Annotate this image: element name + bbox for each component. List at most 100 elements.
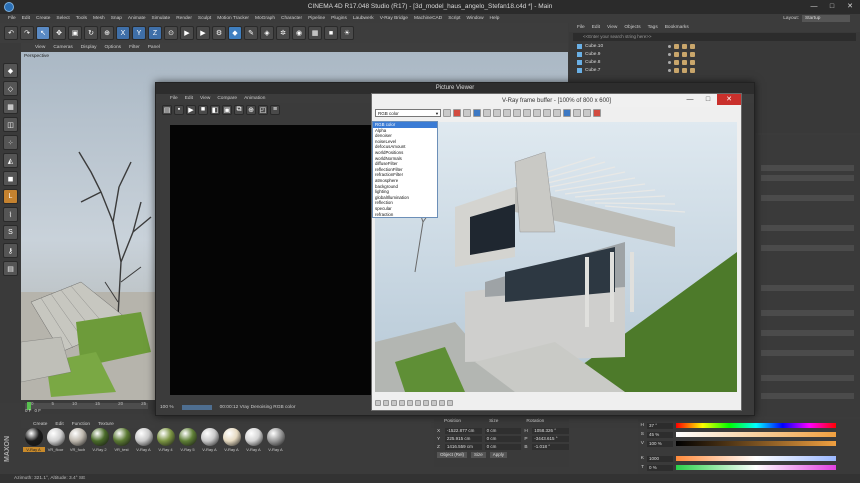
tint-slider[interactable]	[676, 465, 836, 470]
kelvin-slider[interactable]	[676, 456, 836, 461]
size-z-field[interactable]: 0 cm	[484, 444, 522, 450]
texture-tag-icon[interactable]	[682, 59, 687, 65]
scale-icon[interactable]: ▣	[68, 26, 82, 40]
pv-menu-file[interactable]: File	[170, 96, 178, 101]
viewport-menu-display[interactable]: Display	[81, 45, 97, 50]
material-item[interactable]: V-Ray A	[266, 428, 285, 468]
menu-edit[interactable]: Edit	[22, 16, 30, 21]
menu-character[interactable]: Character	[281, 16, 302, 21]
vfb-bottom-tool-icon[interactable]	[439, 400, 445, 406]
vfb-red-channel-icon[interactable]	[453, 109, 461, 117]
menu-select[interactable]: Select	[56, 16, 69, 21]
pv-stop-icon[interactable]: ■	[198, 104, 208, 115]
menu-file[interactable]: File	[8, 16, 16, 21]
rotation-p-field[interactable]: -3443.615 °	[532, 436, 569, 442]
texture-tag-icon[interactable]	[682, 67, 687, 73]
texture-mode-icon[interactable]: ▦	[3, 99, 18, 114]
attribute-field[interactable]	[761, 245, 854, 251]
pv-options-icon[interactable]: ≡	[270, 104, 280, 115]
pen-icon[interactable]: ✎	[244, 26, 258, 40]
rotation-h-field[interactable]: 1058.326 °	[532, 428, 569, 434]
attribute-field[interactable]	[761, 195, 854, 201]
attribute-field[interactable]	[761, 310, 854, 316]
attribute-field[interactable]	[761, 350, 854, 356]
close-button[interactable]: ✕	[842, 1, 858, 12]
viewport-menu-options[interactable]: Options	[105, 45, 122, 50]
mat-menu-function[interactable]: Function	[72, 422, 90, 427]
pv-menu-edit[interactable]: Edit	[185, 96, 193, 101]
viewport-menu-filter[interactable]: Filter	[129, 45, 140, 50]
pv-save-icon[interactable]: ▪	[174, 104, 184, 115]
attribute-field[interactable]	[761, 375, 854, 381]
menu-window[interactable]: Window	[466, 16, 483, 21]
pv-render-icon[interactable]: ▶	[186, 104, 196, 115]
texture-tag-icon[interactable]	[674, 43, 679, 49]
cube-icon[interactable]: ◆	[228, 26, 242, 40]
vfb-bottom-tool-icon[interactable]	[383, 400, 389, 406]
channel-select[interactable]: RGB color ▼	[375, 109, 441, 117]
vfb-history-icon[interactable]	[563, 109, 571, 117]
vfb-bottom-tool-icon[interactable]	[375, 400, 381, 406]
pv-zoom-icon[interactable]: ⊕	[246, 104, 256, 115]
move-icon[interactable]: ✥	[52, 26, 66, 40]
attribute-field[interactable]	[761, 393, 854, 399]
mat-menu-create[interactable]: Create	[33, 422, 47, 427]
menu-render[interactable]: Render	[176, 16, 192, 21]
material-item[interactable]: V-Ray 2	[90, 428, 109, 468]
material-item[interactable]: V-Ray A	[244, 428, 263, 468]
vfb-follow-mouse-icon[interactable]	[533, 109, 541, 117]
position-x-field[interactable]: -1522.877 cm	[444, 428, 482, 434]
make-editable-icon[interactable]: ◆	[3, 63, 18, 78]
obj-menu-edit[interactable]: Edit	[592, 25, 600, 30]
object-row[interactable]: Cube.10	[569, 42, 860, 50]
hue-slider[interactable]	[676, 423, 836, 428]
current-frame-field[interactable]: 0 F	[35, 408, 42, 413]
visibility-dot[interactable]	[668, 68, 671, 72]
material-item[interactable]: V-Ray A	[222, 428, 241, 468]
obj-menu-file[interactable]: File	[577, 25, 585, 30]
material-item[interactable]: VR_test	[112, 428, 131, 468]
saturation-field[interactable]: 45 %	[647, 431, 673, 438]
material-item[interactable]: V-Ray 4	[156, 428, 175, 468]
menu-tools[interactable]: Tools	[76, 16, 87, 21]
coordinate-mode-dropdown[interactable]: Object (Rel)	[437, 452, 468, 458]
vfb-bottom-tool-icon[interactable]	[399, 400, 405, 406]
floor-icon[interactable]: ▦	[308, 26, 322, 40]
texture-tag-icon[interactable]	[674, 59, 679, 65]
undo-icon[interactable]: ↶	[4, 26, 18, 40]
value-field[interactable]: 100 %	[647, 440, 673, 447]
attribute-field[interactable]	[761, 225, 854, 231]
material-item[interactable]: VR_floor	[46, 428, 65, 468]
vfb-duplicate-icon[interactable]	[523, 109, 531, 117]
pv-zoom[interactable]: 100 %	[160, 405, 174, 410]
enable-axis-icon[interactable]: L	[3, 189, 18, 204]
pv-copy-icon[interactable]: ⧉	[234, 104, 244, 115]
position-z-field[interactable]: 1416.559 cm	[444, 444, 482, 450]
pv-region-icon[interactable]: ▣	[222, 104, 232, 115]
texture-tag-icon[interactable]	[690, 59, 695, 65]
vfb-mono-icon[interactable]	[493, 109, 501, 117]
menu-mograph[interactable]: MoGraph	[255, 16, 275, 21]
visibility-dot[interactable]	[668, 44, 671, 48]
redo-icon[interactable]: ↷	[20, 26, 34, 40]
visibility-dot[interactable]	[668, 60, 671, 64]
obj-menu-objects[interactable]: Objects	[624, 25, 640, 30]
material-item[interactable]: VR_fuch	[68, 428, 87, 468]
menu-create[interactable]: Create	[36, 16, 50, 21]
material-item[interactable]: V-Ray 5	[178, 428, 197, 468]
vfb-bottom-tool-icon[interactable]	[423, 400, 429, 406]
position-y-field[interactable]: 225.915 cm	[444, 436, 482, 442]
texture-tag-icon[interactable]	[690, 43, 695, 49]
attribute-field[interactable]	[761, 285, 854, 291]
render-view-icon[interactable]: ▶	[180, 26, 194, 40]
pv-menu-compare[interactable]: Compare	[217, 96, 237, 101]
obj-menu-tags[interactable]: Tags	[648, 25, 658, 30]
texture-tag-icon[interactable]	[682, 43, 687, 49]
object-search-input[interactable]: <<Enter your search string here>>	[573, 33, 856, 41]
mat-menu-edit[interactable]: Edit	[55, 422, 63, 427]
size-mode-dropdown[interactable]: Size	[471, 452, 486, 458]
pv-ab-icon[interactable]: ◧	[210, 104, 220, 115]
vfb-render-icon[interactable]	[583, 109, 591, 117]
render-picture-viewer-icon[interactable]: ▶	[196, 26, 210, 40]
subdivision-icon[interactable]: ◈	[260, 26, 274, 40]
